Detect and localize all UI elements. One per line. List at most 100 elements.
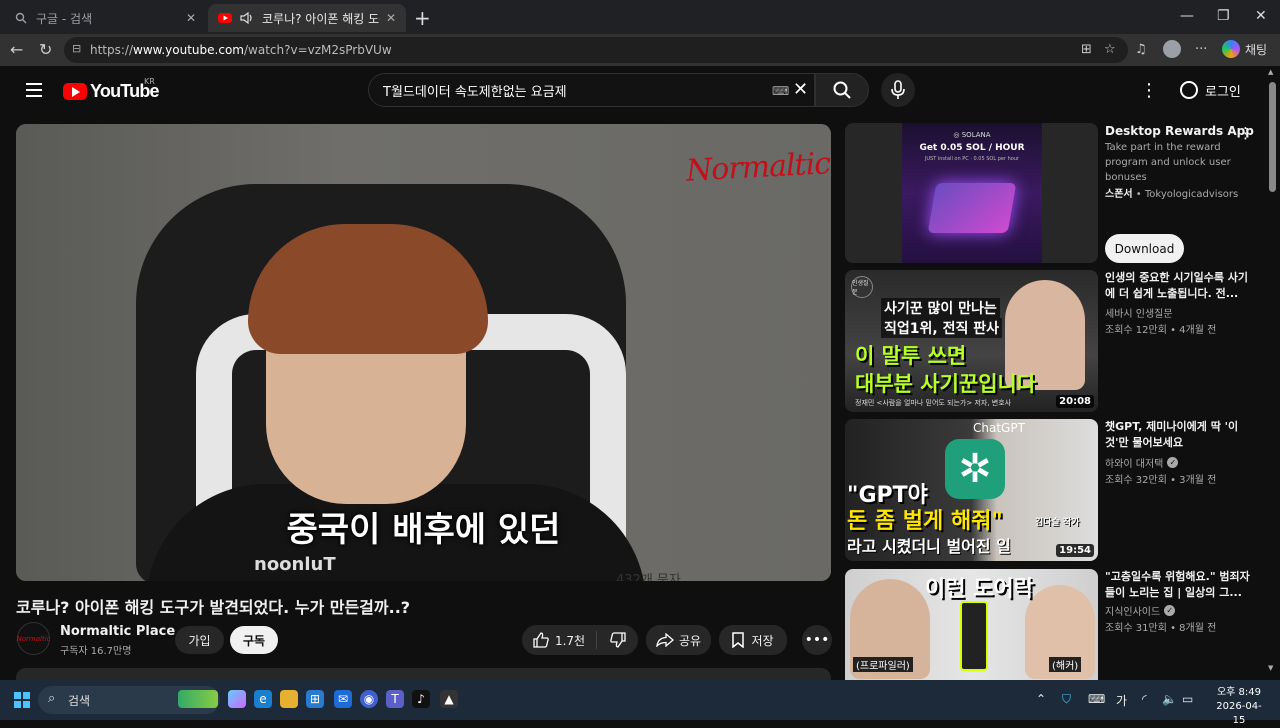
share-icon <box>656 633 674 647</box>
menu-icon[interactable] <box>26 83 42 97</box>
video-player[interactable]: Normaltic noonluT 432개 문자 중국이 배후에 있던 <box>16 124 831 581</box>
subscribe-button[interactable]: 구독 <box>230 626 278 654</box>
favorite-star-icon[interactable]: ☆ <box>1104 42 1116 57</box>
rec-title[interactable]: 인생의 중요한 시기일수록 사기에 더 쉽게 노출됩니다. 전... <box>1105 270 1255 302</box>
terminal-icon[interactable]: ▲ <box>440 690 458 708</box>
tab-close-icon[interactable]: ✕ <box>186 11 196 25</box>
widget-icon[interactable] <box>178 690 218 708</box>
tray-overflow-icon[interactable]: ⌃ <box>1036 692 1046 706</box>
clear-search-icon[interactable]: ✕ <box>793 79 808 100</box>
edge-browser-icon[interactable]: e <box>254 690 272 708</box>
app-icon[interactable]: ◉ <box>360 690 378 708</box>
ad-brand: ◎ SOLANA <box>953 131 991 139</box>
join-button[interactable]: 가입 <box>175 626 224 654</box>
tab-close-icon[interactable]: ✕ <box>386 11 396 25</box>
taskbar-clock[interactable]: 오후 8:49 2026-04-15 <box>1212 686 1266 728</box>
extensions-icon[interactable]: ♫ <box>1135 42 1147 57</box>
browser-titlebar: 구글 - 검색 ✕ 코루나? 아이폰 해킹 도구가 발견 ✕ + — ❐ ✕ <box>0 0 1280 34</box>
rec-thumbnail[interactable]: ✲ ChatGPT "GPT야 돈 좀 벌게 해줘" 라고 시켰더니 벌어진 일… <box>845 419 1098 561</box>
battery-icon[interactable]: ▭ <box>1182 692 1193 706</box>
thumb-text: 라고 시켰더니 벌어진 일 <box>847 537 1011 556</box>
security-icon[interactable]: ⛉ <box>1062 692 1071 707</box>
rec-channel-name: 세바시 인생질문 <box>1105 309 1173 320</box>
settings-kebab-icon[interactable]: ⋮ <box>1140 80 1158 101</box>
more-options-icon[interactable]: ··· <box>1195 42 1207 57</box>
rec-title[interactable]: "고층일수록 위험해요." 범죄자들이 노리는 집 | 일상의 그... <box>1105 569 1255 601</box>
wifi-icon[interactable]: ◜ <box>1142 692 1147 706</box>
clock-date: 2026-04-15 <box>1216 701 1262 726</box>
thumb-name: 김다슬 작가 <box>1035 518 1080 528</box>
microphone-icon <box>891 80 905 99</box>
region-code: KR <box>144 77 155 86</box>
browser-toolbar: ← ↻ ⊟ https://www.youtube.com/watch?v=vz… <box>0 34 1280 66</box>
keyboard-icon[interactable]: ⌨ <box>772 84 789 98</box>
volume-icon[interactable]: 🔈 <box>1162 692 1177 706</box>
mail-icon[interactable]: ✉ <box>334 690 352 708</box>
video-subtitle: 중국이 배후에 있던 <box>286 510 561 550</box>
thumb-text: 대부분 사기꾼입니다 <box>855 372 1037 396</box>
thumb-text: 사기꾼 많이 만나는 <box>881 298 1000 318</box>
search-input[interactable]: T월드데이터 속도제한없는 요금제 ⌨ ✕ <box>368 73 815 107</box>
tab-google-search[interactable]: 구글 - 검색 ✕ <box>4 4 206 32</box>
search-button[interactable] <box>815 73 869 107</box>
address-bar[interactable]: ⊟ https://www.youtube.com/watch?v=vzM2sP… <box>64 37 1128 63</box>
ad-sponsor: 스폰서 • Tokyologicadvisors <box>1105 189 1239 200</box>
search-icon: ⌕ <box>48 691 56 706</box>
channel-avatar[interactable]: Normaltic <box>17 622 51 655</box>
thumb-text: 이런 도어락 <box>925 577 1034 602</box>
speaker-icon[interactable] <box>240 11 254 25</box>
search-icon <box>14 11 28 25</box>
rec-channel[interactable]: 하와이 대저택 ✓ <box>1105 455 1179 470</box>
app-available-icon[interactable]: ⊞ <box>1081 42 1092 57</box>
minimize-icon[interactable]: — <box>1180 8 1194 24</box>
scroll-down-icon[interactable]: ▼ <box>1268 664 1273 672</box>
channel-name[interactable]: Normaltic Place <box>60 624 175 639</box>
copilot-chat-button[interactable]: 채팅 <box>1222 40 1267 58</box>
tiktok-icon[interactable]: ♪ <box>412 690 430 708</box>
windows-start-icon[interactable] <box>14 692 30 708</box>
store-icon[interactable]: ⊞ <box>306 690 324 708</box>
description-box[interactable] <box>16 668 831 680</box>
rec-channel[interactable]: 세바시 인생질문 <box>1105 305 1173 320</box>
scrollbar-thumb[interactable] <box>1269 82 1276 192</box>
reload-icon[interactable]: ↻ <box>39 40 52 59</box>
login-label: 로그인 <box>1205 84 1241 100</box>
ad-thumbnail[interactable]: ◎ SOLANA Get 0.05 SOL / HOUR JUST instal… <box>845 123 1098 263</box>
file-explorer-icon[interactable] <box>280 690 298 708</box>
tab-youtube-video[interactable]: 코루나? 아이폰 해킹 도구가 발견 ✕ <box>208 4 406 32</box>
profile-avatar[interactable] <box>1163 40 1181 58</box>
ime-indicator[interactable]: 가 <box>1116 692 1127 709</box>
windows-taskbar: ⌕ 검색 e ⊞ ✉ ◉ T ♪ ▲ ⌃ ⛉ ⌨ 가 ◜ 🔈 ▭ 오후 8:49… <box>0 680 1280 726</box>
ad-image: ◎ SOLANA Get 0.05 SOL / HOUR JUST instal… <box>902 123 1042 263</box>
more-actions-icon[interactable]: ••• <box>802 625 832 655</box>
copilot-icon <box>1222 40 1240 58</box>
keyboard-tray-icon[interactable]: ⌨ <box>1088 692 1105 706</box>
rec-meta: 조회수 32만회 • 3개월 전 <box>1105 475 1217 486</box>
download-button[interactable]: Download <box>1105 234 1184 263</box>
login-button[interactable]: 로그인 <box>1170 74 1251 106</box>
youtube-header: YouTube KR T월드데이터 속도제한없는 요금제 ⌨ ✕ ⋮ 로그인 <box>0 66 1266 116</box>
back-icon[interactable]: ← <box>10 40 23 59</box>
site-info-icon[interactable]: ⊟ <box>72 42 81 55</box>
rec-thumbnail[interactable]: 인생질문 사기꾼 많이 만나는 직업1위, 전직 판사 이 말투 쓰면 대부분 … <box>845 270 1098 412</box>
like-button[interactable]: 1.7천 <box>522 631 597 649</box>
rec-title[interactable]: 챗GPT, 제미나이에게 딱 '이것'만 물어보세요 <box>1105 419 1255 451</box>
new-tab-icon[interactable]: + <box>414 6 431 30</box>
rec-channel[interactable]: 지식인사이드 ✓ <box>1105 603 1176 618</box>
duration-badge: 19:54 <box>1056 544 1094 557</box>
ad-title[interactable]: Desktop Rewards App <box>1105 124 1254 138</box>
page-scrollbar[interactable] <box>1266 66 1280 680</box>
save-button[interactable]: 저장 <box>719 625 787 655</box>
voice-search-button[interactable] <box>881 73 915 107</box>
thumb-brand: ChatGPT <box>973 421 1025 435</box>
copilot-taskbar-icon[interactable] <box>228 690 246 708</box>
scroll-up-icon[interactable]: ▲ <box>1268 68 1273 76</box>
ad-menu-icon[interactable]: ⋮ <box>1238 124 1253 142</box>
youtube-play-icon <box>63 83 87 100</box>
share-button[interactable]: 공유 <box>646 625 711 655</box>
close-window-icon[interactable]: ✕ <box>1255 8 1267 24</box>
maximize-icon[interactable]: ❐ <box>1217 8 1230 24</box>
teams-icon[interactable]: T <box>386 690 404 708</box>
dislike-button[interactable] <box>597 632 638 648</box>
rec-thumbnail[interactable]: 이런 도어락 (프로파일러) (해커) <box>845 569 1098 680</box>
